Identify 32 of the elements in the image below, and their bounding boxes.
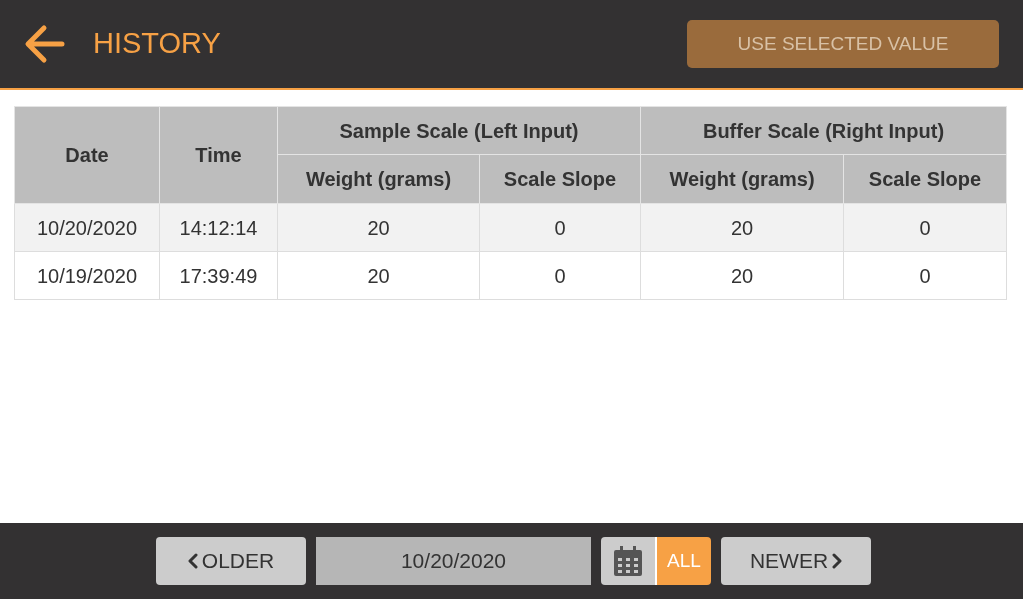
column-group-header: Buffer Scale (Right Input) xyxy=(640,106,1007,155)
table-cell: 20 xyxy=(277,203,480,252)
table-cell: 10/19/2020 xyxy=(14,251,160,300)
table-cell: 0 xyxy=(479,251,641,300)
column-header: Weight (grams) xyxy=(277,154,480,204)
column-header: Time xyxy=(159,106,278,204)
page-title: HISTORY xyxy=(93,26,221,62)
table-cell: 20 xyxy=(640,203,844,252)
table-cell: 20 xyxy=(277,251,480,300)
column-group-header: Sample Scale (Left Input) xyxy=(277,106,641,155)
date-field[interactable]: 10/20/2020 xyxy=(316,537,591,585)
column-header: Scale Slope xyxy=(843,154,1007,204)
column-header: Scale Slope xyxy=(479,154,641,204)
chevron-right-icon xyxy=(832,553,843,569)
table-row[interactable]: 10/20/2020 14:12:14 20 0 20 0 xyxy=(14,203,1007,252)
table-row[interactable]: 10/19/2020 17:39:49 20 0 20 0 xyxy=(14,251,1007,300)
older-button[interactable]: OLDER xyxy=(156,537,306,585)
table-cell: 0 xyxy=(479,203,641,252)
table-cell: 14:12:14 xyxy=(159,203,278,252)
table-cell: 17:39:49 xyxy=(159,251,278,300)
table-cell: 20 xyxy=(640,251,844,300)
column-header: Date xyxy=(14,106,160,204)
column-header: Weight (grams) xyxy=(640,154,844,204)
table-cell: 0 xyxy=(843,203,1007,252)
table-cell: 0 xyxy=(843,251,1007,300)
calendar-button[interactable] xyxy=(601,537,657,585)
table-cell: 10/20/2020 xyxy=(14,203,160,252)
chevron-left-icon xyxy=(187,553,198,569)
newer-button[interactable]: NEWER xyxy=(721,537,871,585)
back-button[interactable] xyxy=(24,23,66,65)
back-arrow-icon xyxy=(24,24,66,64)
calendar-icon xyxy=(614,546,642,576)
